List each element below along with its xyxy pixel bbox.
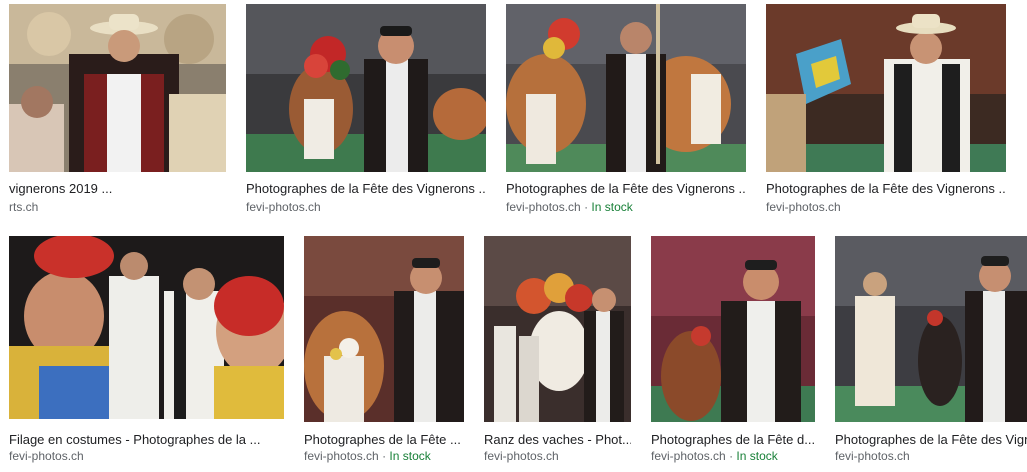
result-thumbnail-8[interactable] (651, 236, 815, 422)
result-card-9[interactable]: Photographes de la Fête des Vigne fevi-p… (835, 236, 1027, 464)
photo-thumbnail-icon (304, 236, 464, 422)
result-source-2[interactable]: fevi-photos.ch (246, 200, 321, 214)
result-card-2[interactable]: Photographes de la Fête des Vignerons ..… (246, 4, 486, 214)
result-source-9[interactable]: fevi-photos.ch (835, 449, 910, 463)
result-card-1[interactable]: vignerons 2019 ... rts.ch (9, 4, 226, 214)
result-thumbnail-2[interactable] (246, 4, 486, 172)
stock-status-8: In stock (736, 449, 778, 463)
result-meta-2: fevi-photos.ch (246, 200, 486, 215)
result-meta-3: fevi-photos.ch · In stock (506, 200, 746, 215)
result-title-3[interactable]: Photographes de la Fête des Vignerons ..… (506, 181, 746, 197)
result-title-2[interactable]: Photographes de la Fête des Vignerons ..… (246, 181, 486, 197)
stock-status-3: In stock (591, 200, 633, 214)
photo-thumbnail-icon (835, 236, 1027, 422)
photo-thumbnail-icon (246, 4, 486, 172)
result-meta-6: fevi-photos.ch · In stock (304, 449, 464, 464)
result-title-5[interactable]: Filage en costumes - Photographes de la … (9, 432, 284, 448)
result-card-8[interactable]: Photographes de la Fête d... fevi-photos… (651, 236, 815, 464)
result-card-3[interactable]: Photographes de la Fête des Vignerons ..… (506, 4, 746, 214)
result-title-8[interactable]: Photographes de la Fête d... (651, 432, 815, 448)
result-thumbnail-9[interactable] (835, 236, 1027, 422)
stock-status-6: In stock (389, 449, 431, 463)
result-source-4[interactable]: fevi-photos.ch (766, 200, 841, 214)
photo-thumbnail-icon (651, 236, 815, 422)
result-meta-9: fevi-photos.ch (835, 449, 1027, 464)
result-source-1[interactable]: rts.ch (9, 200, 38, 214)
result-title-6[interactable]: Photographes de la Fête ... (304, 432, 464, 448)
result-thumbnail-3[interactable] (506, 4, 746, 172)
result-thumbnail-5[interactable] (9, 236, 284, 419)
result-card-7[interactable]: Ranz des vaches - Phot... fevi-photos.ch (484, 236, 631, 464)
result-title-1[interactable]: vignerons 2019 ... (9, 181, 226, 197)
result-title-9[interactable]: Photographes de la Fête des Vigne (835, 432, 1027, 448)
image-results-grid: vignerons 2019 ... rts.ch Photographes d… (0, 0, 1027, 472)
result-thumbnail-4[interactable] (766, 4, 1006, 172)
result-meta-4: fevi-photos.ch (766, 200, 1006, 215)
result-meta-7: fevi-photos.ch (484, 449, 631, 464)
photo-thumbnail-icon (9, 236, 284, 419)
photo-thumbnail-icon (506, 4, 746, 172)
result-source-5[interactable]: fevi-photos.ch (9, 449, 84, 463)
photo-thumbnail-icon (9, 4, 226, 172)
result-source-8[interactable]: fevi-photos.ch (651, 449, 726, 463)
result-meta-1: rts.ch (9, 200, 226, 215)
result-card-4[interactable]: Photographes de la Fête des Vignerons ..… (766, 4, 1006, 214)
result-thumbnail-1[interactable] (9, 4, 226, 172)
result-card-6[interactable]: Photographes de la Fête ... fevi-photos.… (304, 236, 464, 464)
photo-thumbnail-icon (766, 4, 1006, 172)
result-meta-5: fevi-photos.ch (9, 449, 284, 464)
result-meta-8: fevi-photos.ch · In stock (651, 449, 815, 464)
result-source-7[interactable]: fevi-photos.ch (484, 449, 559, 463)
result-source-3[interactable]: fevi-photos.ch (506, 200, 581, 214)
result-thumbnail-7[interactable] (484, 236, 631, 422)
result-title-4[interactable]: Photographes de la Fête des Vignerons ..… (766, 181, 1006, 197)
result-title-7[interactable]: Ranz des vaches - Phot... (484, 432, 631, 448)
result-thumbnail-6[interactable] (304, 236, 464, 422)
result-source-6[interactable]: fevi-photos.ch (304, 449, 379, 463)
photo-thumbnail-icon (484, 236, 631, 422)
result-card-5[interactable]: Filage en costumes - Photographes de la … (9, 236, 284, 464)
